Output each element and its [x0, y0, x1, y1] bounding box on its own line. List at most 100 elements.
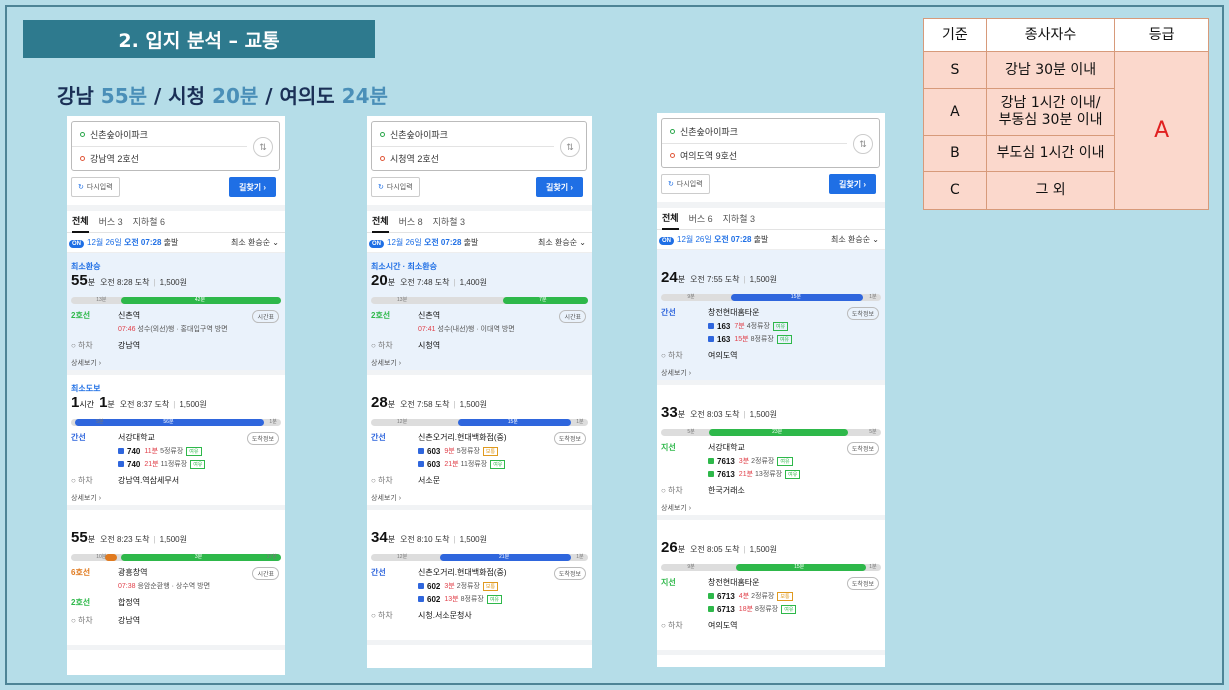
- route-step: 간선 신촌오거리.현대백화점(중) 602 3분 2정류장 보통 602 13분 8정류장 여유…: [371, 567, 588, 604]
- depart-time[interactable]: 오전 07:28: [124, 238, 161, 247]
- criteria-level: S: [923, 51, 987, 89]
- details-link[interactable]: [71, 633, 281, 643]
- swap-icon[interactable]: ⇅: [853, 134, 873, 154]
- depart-date[interactable]: 12월 26일: [87, 238, 122, 247]
- route-step: ○ 하차 강남역: [71, 340, 281, 352]
- reset-button[interactable]: ↻ 다시입력: [661, 174, 710, 194]
- route-option[interactable]: 최소도보 1 시간 1 분 오전 8:37 도착 | 1,500원 5분 56분 1분 간선 서강…: [67, 375, 285, 510]
- criteria-header: 등급: [1114, 18, 1209, 52]
- timeline-label: 5분: [96, 419, 104, 425]
- departure-info: 07:38 응암순환행 · 상수역 방면: [118, 581, 281, 591]
- sort-select[interactable]: 최소 환승순 ⌄: [538, 237, 586, 248]
- tab-bus[interactable]: 버스 8: [399, 211, 423, 233]
- swap-icon[interactable]: ⇅: [560, 137, 580, 157]
- bus-number: 7613: [717, 469, 735, 479]
- depart-time[interactable]: 오전 07:28: [424, 238, 461, 247]
- tab-subway[interactable]: 지하철 3: [723, 208, 755, 230]
- route-timeline-bar: 12분 15분 1분: [371, 419, 588, 426]
- search-route-button[interactable]: 길찾기 ›: [829, 174, 876, 194]
- schedule-button[interactable]: 도착정보: [846, 442, 879, 455]
- destination-field[interactable]: 여의도역 9호선: [662, 143, 847, 167]
- depart-date[interactable]: 12월 26일: [387, 238, 422, 247]
- crowd-badge: 보통: [482, 446, 499, 456]
- crowd-badge: 여유: [486, 594, 503, 604]
- line-label: ○ 하차: [371, 476, 393, 485]
- schedule-button[interactable]: 도착정보: [553, 432, 586, 445]
- search-route-button[interactable]: 길찾기 ›: [536, 177, 583, 197]
- depart-label: 출발: [463, 238, 479, 247]
- line-label: 6호선: [71, 568, 91, 577]
- route-option[interactable]: 34 분 오전 8:10 도착 | 1,500원 12분 21분 1분 간선 신촌오거리.현대…: [367, 510, 592, 645]
- schedule-button[interactable]: 시간표: [252, 567, 279, 580]
- tab-bus[interactable]: 버스 6: [689, 208, 713, 230]
- route-option[interactable]: 33 분 오전 8:03 도착 | 1,500원 5분 23분 5분 지선 서강대학교 7613…: [657, 385, 885, 520]
- route-duration: 34 분 오전 8:10 도착 | 1,500원: [371, 529, 487, 546]
- duration-unit: 분: [677, 545, 686, 554]
- origin-field[interactable]: 신촌숲아이파크: [72, 122, 279, 146]
- details-link[interactable]: 상세보기 ›: [661, 368, 881, 378]
- origin-text: 신촌숲아이파크: [680, 126, 738, 137]
- route-option[interactable]: 28 분 오전 7:58 도착 | 1,500원 12분 15분 1분 간선 신촌오거리.현대…: [367, 375, 592, 510]
- route-step: ○ 하차 시청역: [371, 340, 588, 352]
- fare: 1,400원: [459, 278, 487, 287]
- schedule-button[interactable]: 도착정보: [246, 432, 279, 445]
- fare: 1,500원: [459, 535, 487, 544]
- tab-all[interactable]: 전체: [372, 211, 389, 233]
- reset-button[interactable]: ↻ 다시입력: [71, 177, 120, 197]
- duration-value: 34: [371, 529, 388, 546]
- route-option[interactable]: 26 분 오전 8:05 도착 | 1,500원 9분 15분 1분 지선 창전현대홈타운 67…: [657, 520, 885, 655]
- details-link[interactable]: [661, 638, 881, 648]
- details-link[interactable]: 상세보기 ›: [371, 493, 588, 503]
- search-route-button[interactable]: 길찾기 ›: [229, 177, 276, 197]
- sort-select[interactable]: 최소 환승순 ⌄: [231, 237, 279, 248]
- route-tag: [371, 518, 588, 529]
- schedule-button[interactable]: 시간표: [559, 310, 586, 323]
- schedule-button[interactable]: 도착정보: [553, 567, 586, 580]
- bus-arrival: 740 21분 11정류장 여유: [118, 459, 281, 469]
- line-label: 간선: [71, 433, 86, 442]
- transit-tabs: 전체 버스 3 지하철 6: [67, 211, 285, 233]
- depart-time[interactable]: 오전 07:28: [714, 235, 751, 244]
- departure-info: 07:46 성수(외선)행 · 홍대입구역 방면: [118, 324, 281, 334]
- route-duration: 24 분 오전 7:55 도착 | 1,500원: [661, 269, 777, 286]
- arrival-time: 오전 8:05 도착: [690, 545, 740, 554]
- crowd-badge: 보통: [777, 591, 793, 601]
- tab-subway[interactable]: 지하철 3: [433, 211, 465, 233]
- route-option[interactable]: 24 분 오전 7:55 도착 | 1,500원 9분 15분 1분 간선 창전현대홈타운 16…: [657, 250, 885, 385]
- destination-text: 강남역 2호선: [90, 154, 139, 164]
- schedule-button[interactable]: 시간표: [252, 310, 279, 323]
- route-option[interactable]: 최소시간 · 최소환승 20 분 오전 7:48 도착 | 1,400원 13분 7분 2호…: [367, 253, 592, 375]
- route-step: 6호선 광흥창역 07:38 응암순환행 · 상수역 방면 시간표: [71, 567, 281, 591]
- timeline-label: 23분: [772, 429, 783, 435]
- origin-field[interactable]: 신촌숲아이파크: [662, 119, 879, 143]
- details-link[interactable]: 상세보기 ›: [371, 358, 588, 368]
- depart-date[interactable]: 12월 26일: [677, 235, 712, 244]
- destination-field[interactable]: 강남역 2호선: [72, 146, 247, 170]
- schedule-button[interactable]: 도착정보: [846, 577, 879, 590]
- criteria-header: 종사자수: [985, 18, 1116, 52]
- schedule-button[interactable]: 도착정보: [846, 307, 879, 320]
- fare: 1,500원: [749, 410, 777, 419]
- bus-eta: 11분: [144, 448, 159, 455]
- details-link[interactable]: 상세보기 ›: [661, 503, 881, 513]
- fare: 1,500원: [749, 275, 777, 284]
- details-link[interactable]: 상세보기 ›: [71, 493, 281, 503]
- tab-subway[interactable]: 지하철 6: [133, 211, 165, 233]
- timeline-label: 15분: [790, 294, 801, 300]
- route-option[interactable]: 최소환승 55 분 오전 8:28 도착 | 1,500원 13분 42분 2호선 신촌역 0…: [67, 253, 285, 375]
- tab-all[interactable]: 전체: [662, 208, 679, 230]
- reset-button[interactable]: ↻ 다시입력: [371, 177, 420, 197]
- crowd-badge: 여유: [190, 459, 206, 469]
- route-option[interactable]: 55 분 오전 8:23 도착 | 1,500원 10분 3분 37분 6호선 광흥창역 07:…: [67, 510, 285, 650]
- bus-stops: 2정류장: [751, 593, 775, 600]
- route-timeline-bar: 9분 15분 1분: [661, 564, 881, 571]
- sort-select[interactable]: 최소 환승순 ⌄: [831, 234, 879, 245]
- details-link[interactable]: 상세보기 ›: [71, 358, 281, 368]
- destination-field[interactable]: 시청역 2호선: [372, 146, 554, 170]
- swap-icon[interactable]: ⇅: [253, 137, 273, 157]
- tab-all[interactable]: 전체: [72, 211, 89, 233]
- tab-bus[interactable]: 버스 3: [99, 211, 123, 233]
- details-link[interactable]: [371, 628, 588, 638]
- duration-unit: 분: [87, 535, 96, 544]
- origin-field[interactable]: 신촌숲아이파크: [372, 122, 586, 146]
